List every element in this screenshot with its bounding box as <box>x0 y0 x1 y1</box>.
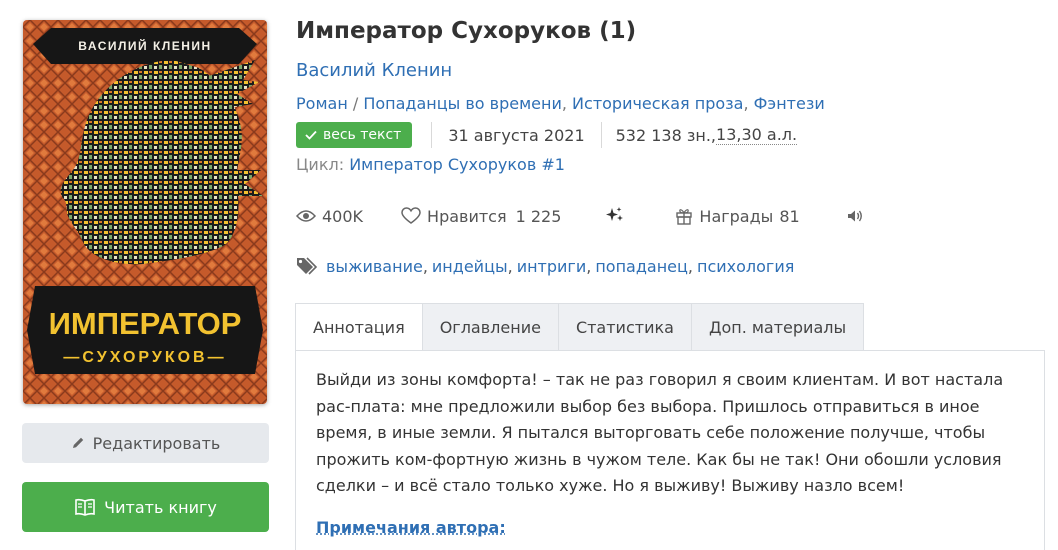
views-count: 400K <box>322 207 363 226</box>
tag-separator: , <box>688 257 693 276</box>
tag-separator: , <box>586 257 591 276</box>
annotation-text: Выйди из зоны комфорта! – так не раз гов… <box>316 367 1024 500</box>
speaker-icon <box>846 208 864 224</box>
check-icon <box>305 130 317 140</box>
audio-button[interactable] <box>846 208 864 224</box>
book-cover[interactable]: ВАСИЛИЙ КЛЕНИН ИМПЕРАТОР —СУХОРУКОВ— <box>23 20 267 404</box>
book-meta-row: весь текст 31 августа 2021 532 138 зн., … <box>296 122 797 148</box>
edit-button-label: Редактировать <box>93 434 221 453</box>
publish-date: 31 августа 2021 <box>448 126 584 145</box>
genre-link[interactable]: Роман <box>296 94 348 113</box>
like-count: 1 225 <box>516 207 562 226</box>
cycle-line: Цикл: Император Сухоруков #1 <box>296 155 565 174</box>
author-notes-title[interactable]: Примечания автора: <box>316 518 1024 537</box>
tag-link[interactable]: выживание <box>326 257 423 276</box>
author-link[interactable]: Василий Кленин <box>296 60 452 81</box>
eye-icon <box>296 209 316 223</box>
status-badge-label: весь текст <box>323 127 401 143</box>
awards-label: Награды <box>699 207 773 226</box>
genre-link[interactable]: Историческая проза <box>572 94 743 113</box>
book-tabs: Аннотация Оглавление Статистика Доп. мат… <box>295 303 864 351</box>
genre-separator: / <box>348 94 364 113</box>
tag-icon <box>296 256 320 276</box>
genre-separator: , <box>562 94 572 113</box>
awards-button[interactable]: Награды 81 <box>675 207 799 226</box>
tab-annotation[interactable]: Аннотация <box>295 303 423 351</box>
cycle-label: Цикл: <box>296 155 349 174</box>
read-book-button[interactable]: Читать книгу <box>22 482 269 532</box>
annotation-panel: Выйди из зоны комфорта! – так не раз гов… <box>295 350 1045 550</box>
stats-row: 400K Нравится 1 225 Награды 81 <box>296 203 864 229</box>
awards-count: 81 <box>779 207 799 226</box>
sparkles-button[interactable] <box>605 206 625 226</box>
genre-list: Роман / Попаданцы во времени, Историческ… <box>296 94 825 113</box>
genre-link[interactable]: Попаданцы во времени <box>363 94 562 113</box>
tag-separator: , <box>423 257 428 276</box>
tab-extra-materials[interactable]: Доп. материалы <box>692 303 864 351</box>
like-button[interactable]: Нравится 1 225 <box>401 207 561 226</box>
tag-link[interactable]: попаданец <box>595 257 688 276</box>
meta-divider <box>431 122 432 148</box>
tag-link[interactable]: интриги <box>517 257 587 276</box>
tag-link[interactable]: индейцы <box>432 257 508 276</box>
cover-subtitle-text: —СУХОРУКОВ— <box>63 349 226 366</box>
book-title: Император Сухоруков (1) <box>296 18 636 44</box>
pencil-icon <box>71 436 85 450</box>
cover-author-text: ВАСИЛИЙ КЛЕНИН <box>78 38 211 53</box>
tab-statistics[interactable]: Статистика <box>559 303 692 351</box>
cycle-link[interactable]: Император Сухоруков #1 <box>349 155 565 174</box>
like-label: Нравится <box>427 207 507 226</box>
heart-icon <box>401 207 421 225</box>
tab-contents[interactable]: Оглавление <box>423 303 559 351</box>
status-badge: весь текст <box>296 122 412 148</box>
genre-link[interactable]: Фэнтези <box>754 94 825 113</box>
size-chars: 532 138 зн., <box>616 126 716 145</box>
book-icon <box>74 498 96 516</box>
tag-separator: , <box>508 257 513 276</box>
size-sheets[interactable]: 13,30 а.л. <box>716 125 797 145</box>
cover-title-text: ИМПЕРАТОР <box>49 306 242 341</box>
tag-link[interactable]: психология <box>697 257 794 276</box>
views-stat: 400K <box>296 207 363 226</box>
gift-icon <box>675 207 693 225</box>
genre-separator: , <box>743 94 753 113</box>
meta-divider <box>601 122 602 148</box>
edit-button[interactable]: Редактировать <box>22 423 269 463</box>
sparkles-icon <box>605 206 625 226</box>
read-book-button-label: Читать книгу <box>104 498 217 517</box>
tags-row: выживание, индейцы, интриги, попаданец, … <box>296 254 794 278</box>
